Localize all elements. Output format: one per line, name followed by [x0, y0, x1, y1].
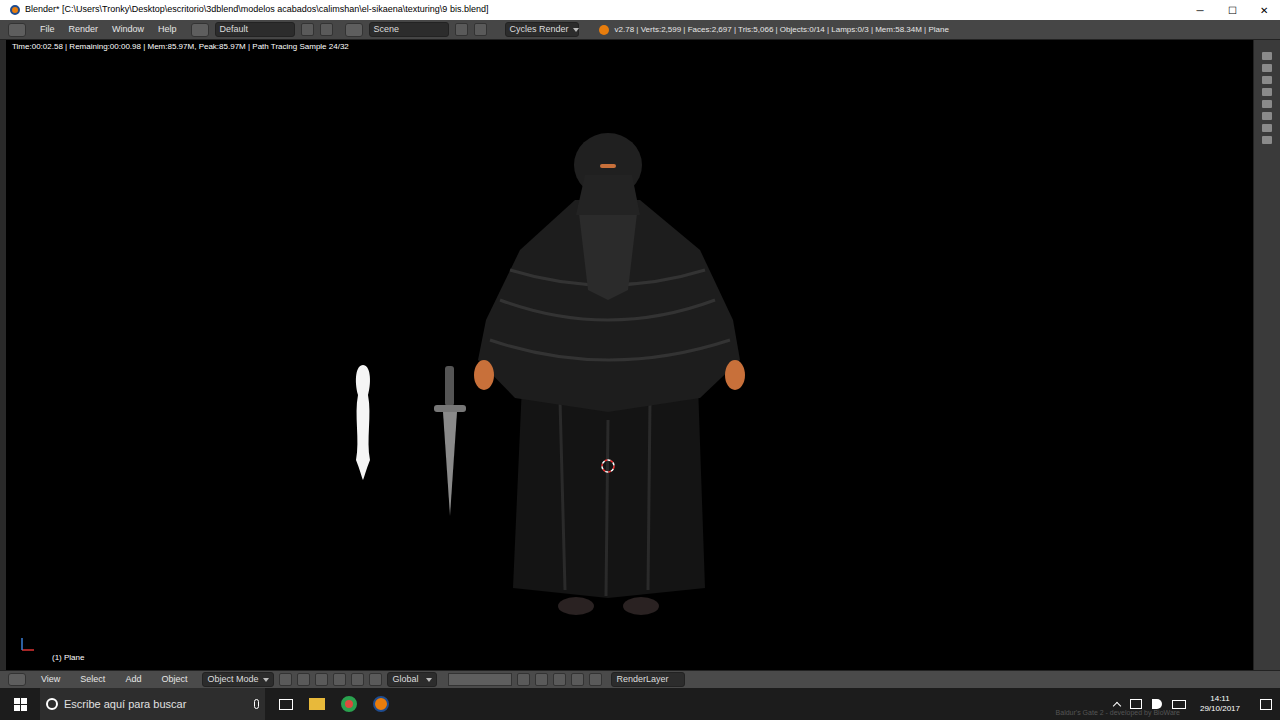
menu-item[interactable]: View: [41, 673, 60, 687]
info-header: File Render Window Help Default Scene Cycles R…: [0, 20, 1280, 40]
properties-strip: [1253, 40, 1280, 670]
watermark: Baldur's Gate 2 - developed by BioWare: [1056, 708, 1180, 719]
dropdown-arrow-icon: [263, 678, 269, 682]
proportional-button[interactable]: [553, 673, 566, 686]
add-scene-button[interactable]: [455, 23, 468, 36]
remove-layout-button[interactable]: [320, 23, 333, 36]
notifications-icon[interactable]: [1260, 699, 1272, 710]
render-preview-button[interactable]: [589, 673, 602, 686]
volume-icon[interactable]: [1152, 699, 1162, 709]
panel-tab-icon[interactable]: [1262, 100, 1272, 108]
task-view-icon[interactable]: [279, 699, 293, 710]
rotate-button[interactable]: [351, 673, 364, 686]
opengl-render-button[interactable]: [571, 673, 584, 686]
menu-item[interactable]: Render: [69, 23, 99, 37]
screen: Blender* [C:\Users\Tronky\Desktop\escrit…: [0, 0, 1280, 720]
panel-tab-icon[interactable]: [1262, 112, 1272, 120]
active-object-label: (1) Plane: [52, 652, 84, 664]
blender-logo-icon: [10, 5, 20, 15]
viewport[interactable]: Time:00:02.58 | Remaining:00:00.98 | Mem…: [0, 40, 1253, 670]
menu-item[interactable]: Object: [161, 673, 187, 687]
tray-arrow-icon[interactable]: [1113, 701, 1121, 709]
render-figure: [0, 40, 1253, 670]
render-engine-dropdown[interactable]: Cycles Render: [505, 22, 579, 37]
microphone-icon[interactable]: [254, 699, 259, 709]
scene-stats: v2.78 | Verts:2,599 | Faces:2,697 | Tris…: [615, 24, 949, 36]
chrome-icon[interactable]: [341, 696, 357, 712]
view3d-header: View Select Add Object Object Mode Global Rend…: [0, 670, 1280, 688]
remove-scene-button[interactable]: [474, 23, 487, 36]
mode-dropdown[interactable]: Object Mode: [202, 672, 274, 687]
scene-field[interactable]: Scene: [369, 22, 449, 37]
add-layout-button[interactable]: [301, 23, 314, 36]
panel-tab-icon[interactable]: [1262, 88, 1272, 96]
blender-icon: [599, 25, 609, 35]
dropdown-arrow-icon: [426, 678, 432, 682]
search-box[interactable]: Escribe aquí para buscar: [40, 688, 265, 720]
windows-start-icon[interactable]: [0, 698, 40, 711]
search-icon: [46, 698, 58, 710]
render-status: Time:00:02.58 | Remaining:00:00.98 | Mem…: [12, 41, 349, 53]
lock-button[interactable]: [517, 673, 530, 686]
menu-item[interactable]: Add: [125, 673, 141, 687]
blender-taskbar-icon[interactable]: [373, 696, 389, 712]
translate-button[interactable]: [333, 673, 346, 686]
dropdown-arrow-icon: [573, 28, 579, 32]
panel-tab-icon[interactable]: [1262, 76, 1272, 84]
snap-button[interactable]: [535, 673, 548, 686]
menu-item[interactable]: File: [40, 23, 55, 37]
keyboard-icon[interactable]: [1172, 700, 1186, 709]
menu-item[interactable]: Help: [158, 23, 177, 37]
render-layer-field[interactable]: RenderLayer: [611, 672, 685, 687]
menu-item[interactable]: Select: [80, 673, 105, 687]
main-area: Time:00:02.58 | Remaining:00:00.98 | Mem…: [0, 40, 1280, 670]
pivot-button[interactable]: [297, 673, 310, 686]
panel-tab-icon[interactable]: [1262, 124, 1272, 132]
editor-type-icon[interactable]: [8, 673, 26, 686]
window-control-button[interactable]: ☐: [1216, 3, 1248, 18]
panel-tab-icon[interactable]: [1262, 64, 1272, 72]
layers-grid[interactable]: [448, 673, 512, 686]
layout-icon[interactable]: [191, 23, 209, 37]
window-title: Blender* [C:\Users\Tronky\Desktop\escrit…: [25, 3, 1184, 17]
menu-item[interactable]: Window: [112, 23, 144, 37]
file-explorer-icon[interactable]: [309, 698, 325, 710]
title-bar: Blender* [C:\Users\Tronky\Desktop\escrit…: [0, 0, 1280, 20]
panel-tab-icon[interactable]: [1262, 52, 1272, 60]
layout-field[interactable]: Default: [215, 22, 295, 37]
taskbar: Escribe aquí para buscar Baldur's Gate 2 …: [0, 688, 1280, 720]
panel-tab-icon[interactable]: [1262, 136, 1272, 144]
clock[interactable]: 14:1129/10/2017: [1196, 694, 1244, 713]
editor-type-icon[interactable]: [8, 23, 26, 37]
orientation-dropdown[interactable]: Global: [387, 672, 437, 687]
scene-icon[interactable]: [345, 23, 363, 37]
window-control-button[interactable]: ✕: [1248, 3, 1280, 18]
shading-button[interactable]: [279, 673, 292, 686]
scale-button[interactable]: [369, 673, 382, 686]
network-icon[interactable]: [1130, 699, 1142, 709]
manipulator-button[interactable]: [315, 673, 328, 686]
window-control-button[interactable]: ─: [1184, 3, 1216, 18]
